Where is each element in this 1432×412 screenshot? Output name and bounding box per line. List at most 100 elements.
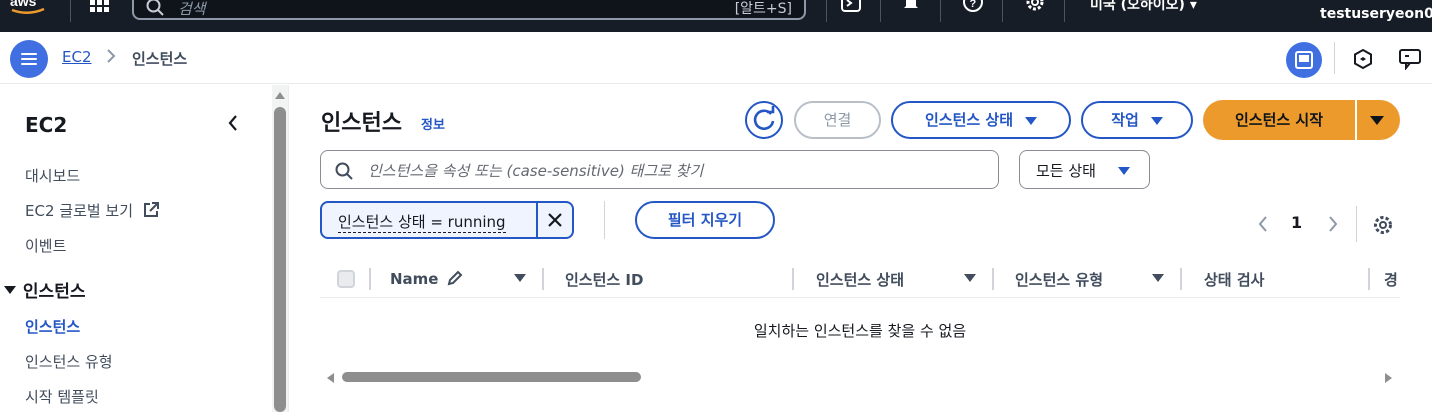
hexagon-icon[interactable] <box>1352 48 1374 70</box>
select-all-checkbox[interactable] <box>337 270 355 288</box>
sidebar-scrollbar-thumb[interactable] <box>274 107 286 412</box>
side-navigation-toggle[interactable] <box>10 40 48 78</box>
actions-label: 작업 <box>1111 111 1139 129</box>
pagination-current-page[interactable]: 1 <box>1291 213 1302 232</box>
column-divider <box>1180 268 1182 290</box>
breadcrumb-bar: EC2 인스턴스 <box>0 32 1432 84</box>
caret-down-icon <box>1150 116 1163 125</box>
cloudshell-icon[interactable] <box>840 0 862 14</box>
search-placeholder: 검색 <box>178 0 206 18</box>
status-select-value: 모든 상태 <box>1036 162 1096 180</box>
launch-instances-button[interactable]: 인스턴스 시작 <box>1203 100 1355 140</box>
sidebar-item-global-view[interactable]: EC2 글로벌 보기 <box>25 200 160 221</box>
instance-state-label: 인스턴스 상태 <box>924 111 1014 129</box>
caret-down-icon[interactable] <box>1370 116 1384 125</box>
column-divider <box>992 268 994 290</box>
svg-text:?: ? <box>970 0 977 10</box>
table-empty-message: 일치하는 인스턴스를 찾을 수 없음 <box>753 322 967 340</box>
chevron-left-icon[interactable] <box>224 113 242 133</box>
breadcrumb-current: 인스턴스 <box>132 50 188 68</box>
sidebar-section-instances[interactable]: 인스턴스 <box>3 277 85 302</box>
info-link[interactable]: 정보 <box>421 114 445 133</box>
sort-icon[interactable] <box>964 274 976 282</box>
chevron-left-icon[interactable] <box>1256 214 1270 234</box>
sidebar-item-dashboard[interactable]: 대시보드 <box>25 165 80 186</box>
breadcrumb-ec2-link[interactable]: EC2 <box>62 48 92 66</box>
gear-icon[interactable] <box>1372 214 1394 236</box>
sidebar-item-launch-templates[interactable]: 시작 템플릿 <box>25 386 99 407</box>
nav-divider <box>1064 0 1065 22</box>
filter-token-label[interactable]: 인스턴스 상태 = running <box>338 211 506 233</box>
instance-state-dropdown[interactable]: 인스턴스 상태 <box>891 101 1071 139</box>
scroll-left-arrow-icon[interactable] <box>325 372 335 384</box>
gear-icon[interactable] <box>1024 0 1046 14</box>
bell-icon[interactable] <box>900 0 922 14</box>
search-shortcut: [알트+S] <box>734 1 792 17</box>
column-divider <box>542 268 544 290</box>
sidebar-item-events[interactable]: 이벤트 <box>25 235 66 256</box>
status-select[interactable]: 모든 상태 <box>1019 150 1150 189</box>
token-divider <box>536 203 538 237</box>
launch-instances-split-button: 인스턴스 시작 <box>1203 100 1400 140</box>
refresh-icon <box>753 106 775 131</box>
filter-token[interactable]: 인스턴스 상태 = running <box>320 201 574 239</box>
filter-placeholder: 인스턴스을 속성 또는 (case-sensitive) 태그로 찾기 <box>368 162 704 180</box>
nav-divider <box>1002 0 1003 22</box>
caret-down-icon <box>1118 167 1130 175</box>
table-header: Name 인스턴스 ID 인스턴스 상태 인스턴스 유형 상태 검사 경 <box>320 262 1400 298</box>
chevron-right-icon <box>107 49 116 63</box>
filter-divider <box>604 201 605 239</box>
column-header-name[interactable]: Name <box>390 269 464 288</box>
scroll-right-arrow-icon[interactable] <box>1384 372 1394 384</box>
global-search-input[interactable]: 검색 [알트+S] <box>132 0 806 20</box>
sidebar-item-instances[interactable]: 인스턴스 <box>25 316 80 337</box>
account-menu[interactable]: testuseryeon02 <box>1320 6 1432 22</box>
caret-down-icon <box>4 286 16 294</box>
sidebar-border <box>288 85 289 412</box>
nav-divider <box>940 0 941 22</box>
sidebar-section-label: 인스턴스 <box>22 282 86 302</box>
services-grid-icon[interactable] <box>90 0 110 14</box>
split-divider <box>1355 100 1357 140</box>
nav-divider <box>70 0 71 22</box>
sidebar-item-label: EC2 글로벌 보기 <box>25 202 134 220</box>
sort-icon[interactable] <box>514 274 526 282</box>
side-navigation: EC2 대시보드 EC2 글로벌 보기 이벤트 인스턴스 인스턴스 인스턴스 유… <box>0 85 272 412</box>
column-header-status-check[interactable]: 상태 검사 <box>1204 269 1264 290</box>
scroll-up-arrow-icon[interactable] <box>274 90 286 100</box>
column-label: Name <box>390 270 439 288</box>
column-header-instance-state[interactable]: 인스턴스 상태 <box>816 269 904 290</box>
pagination-divider <box>1356 206 1357 242</box>
panel-icon <box>1295 51 1313 69</box>
sort-icon[interactable] <box>1152 274 1164 282</box>
connect-button[interactable]: 연결 <box>794 101 881 139</box>
column-divider <box>792 268 794 290</box>
column-header-truncated[interactable]: 경 <box>1384 269 1400 290</box>
nav-divider <box>826 0 827 22</box>
edit-pencil-icon <box>447 270 463 286</box>
instance-filter-input[interactable]: 인스턴스을 속성 또는 (case-sensitive) 태그로 찾기 <box>320 150 999 189</box>
external-link-icon <box>143 202 159 217</box>
sidebar-item-instance-types[interactable]: 인스턴스 유형 <box>25 351 113 372</box>
column-divider <box>369 268 371 290</box>
refresh-button[interactable] <box>745 101 783 139</box>
svg-text:aws: aws <box>10 0 37 9</box>
sidebar-title[interactable]: EC2 <box>25 113 67 137</box>
clear-filters-button[interactable]: 필터 지우기 <box>635 201 775 239</box>
nav-divider <box>880 0 881 22</box>
split-panel-toggle[interactable] <box>1286 42 1322 78</box>
search-icon <box>146 0 164 16</box>
close-icon[interactable] <box>546 211 564 229</box>
column-header-instance-id[interactable]: 인스턴스 ID <box>565 269 643 290</box>
table-horizontal-scrollbar-thumb[interactable] <box>342 372 641 382</box>
actions-dropdown[interactable]: 작업 <box>1081 101 1193 139</box>
aws-logo-icon[interactable]: aws <box>6 0 50 16</box>
chevron-right-icon[interactable] <box>1326 214 1340 234</box>
search-icon <box>335 162 353 180</box>
help-icon[interactable]: ? <box>962 0 984 14</box>
column-divider <box>1368 268 1370 290</box>
page-title: 인스턴스 <box>321 111 402 136</box>
region-selector[interactable]: 미국 (오하이오) ▾ <box>1090 0 1197 14</box>
column-header-instance-type[interactable]: 인스턴스 유형 <box>1015 269 1103 290</box>
feedback-icon[interactable] <box>1398 48 1422 70</box>
